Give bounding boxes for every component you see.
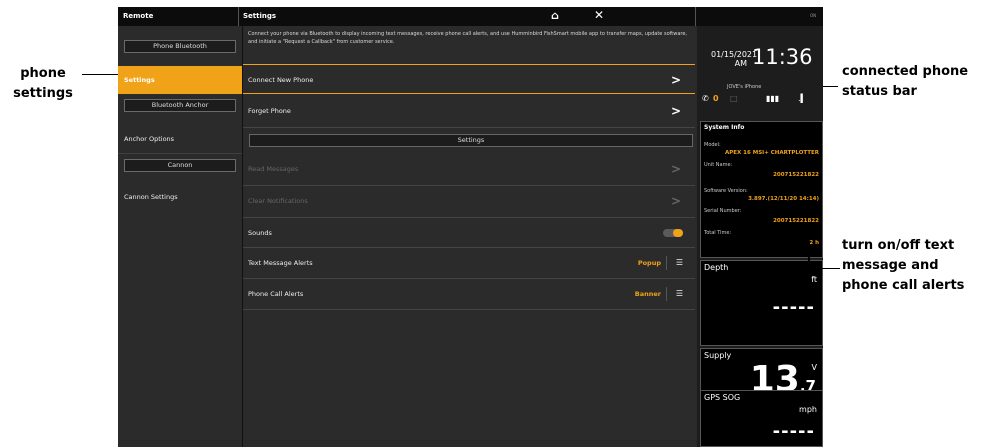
annotation-connected-phone: connected phone status bar <box>842 62 996 102</box>
left-menu: Phone Bluetooth Settings Bluetooth Ancho… <box>118 26 243 447</box>
annotation-pointer <box>82 74 118 75</box>
total-time-value: 2 h <box>809 240 819 246</box>
sounds-row: Sounds <box>243 218 695 248</box>
settings-section-header: Settings <box>249 134 693 147</box>
sounds-toggle[interactable] <box>663 229 683 237</box>
chevron-right-icon: > <box>670 162 681 176</box>
gps-value: ----- <box>772 421 815 442</box>
row-label: Forget Phone <box>248 107 291 115</box>
gps-title: GPS SOG <box>704 393 741 402</box>
software-version-label: Software Version: <box>704 188 748 194</box>
toggle-knob <box>673 229 683 237</box>
chevron-right-icon: > <box>670 194 681 208</box>
depth-unit: ft <box>811 275 817 284</box>
battery-icon: ▮▮▮ <box>766 94 780 103</box>
signal-icon: .▍ <box>798 94 807 103</box>
remote-title: Remote <box>123 12 154 20</box>
annotation-line1: turn on/off text <box>842 238 955 253</box>
annotation-line1: phone <box>20 66 66 81</box>
annotation-line3: phone call alerts <box>842 278 965 293</box>
system-info-panel: System Info Model: APEX 16 MSI+ CHARTPLO… <box>700 121 823 258</box>
row-label: Text Message Alerts <box>248 259 313 267</box>
missed-call-count: 0 <box>713 94 719 103</box>
list-icon[interactable]: ☰ <box>676 279 683 309</box>
date-text: 01/15/2021 <box>711 50 758 59</box>
divider <box>238 7 239 26</box>
connect-new-phone-row[interactable]: Connect New Phone > <box>243 64 695 94</box>
divider <box>695 7 696 26</box>
row-label: Sounds <box>248 229 272 237</box>
battery-indicator: ON <box>810 13 817 18</box>
annotation-alerts: turn on/off text message and phone call … <box>842 236 996 296</box>
sidebar-item-settings[interactable]: Settings <box>118 66 242 94</box>
row-label: Connect New Phone <box>248 76 314 84</box>
annotation-line2: settings <box>13 86 73 101</box>
annotation-line2: message and <box>842 258 939 273</box>
phone-status-bar: ✆ 0 □ ▮▮▮ .▍ <box>700 92 823 108</box>
total-time-label: Total Time: <box>704 230 732 236</box>
row-label: Phone Call Alerts <box>248 290 304 298</box>
model-value: APEX 16 MSI+ CHARTPLOTTER <box>724 150 819 156</box>
phone-call-icon: ✆ <box>702 94 709 103</box>
message-icon: □ <box>730 94 738 103</box>
phone-call-alerts-row[interactable]: Phone Call Alerts Banner ☰ <box>243 279 695 309</box>
sidebar-item-cannon-settings[interactable]: Cannon Settings <box>118 183 242 211</box>
ampm-text: AM <box>734 59 747 68</box>
gps-sog-panel: GPS SOG mph ----- <box>700 390 823 447</box>
annotation-line2: status bar <box>842 84 917 99</box>
sidebar-item-anchor-options[interactable]: Anchor Options <box>118 125 242 153</box>
settings-panel: Connect your phone via Bluetooth to disp… <box>243 26 695 447</box>
row-label: Clear Notifications <box>248 197 308 205</box>
annotation-phone-settings: phone settings <box>5 64 81 104</box>
chevron-right-icon: > <box>670 73 681 87</box>
text-alert-value: Popup <box>637 259 661 267</box>
supply-title: Supply <box>704 351 732 360</box>
unit-name-value: 200715221822 <box>773 172 819 178</box>
list-icon[interactable]: ☰ <box>676 248 683 278</box>
model-label: Model: <box>704 142 721 148</box>
software-version-value: 3.897.(12/11/20 14:14) <box>748 196 819 202</box>
top-bar: Remote Settings ⌂ ✕ ON <box>118 7 823 26</box>
date-display: 01/15/2021 AM <box>711 50 758 68</box>
divider <box>243 127 695 128</box>
status-panel: 01/15/2021 AM 11:36 JOVE's iPhone ✆ 0 □ … <box>697 26 823 447</box>
close-icon[interactable]: ✕ <box>594 8 604 22</box>
chevron-right-icon: > <box>670 104 681 118</box>
bluetooth-anchor-header[interactable]: Bluetooth Anchor <box>124 99 236 112</box>
serial-number-value: 200715221822 <box>773 218 819 224</box>
home-icon[interactable]: ⌂ <box>551 9 559 22</box>
device-screen: Remote Settings ⌂ ✕ ON Phone Bluetooth S… <box>118 7 823 447</box>
phone-name: JOVE's iPhone <box>727 84 762 90</box>
divider <box>118 153 242 154</box>
clear-notifications-row: Clear Notifications > <box>243 186 695 216</box>
forget-phone-row[interactable]: Forget Phone > <box>243 96 695 126</box>
alerts-highlight-bracket <box>786 242 810 305</box>
row-label: Read Messages <box>248 165 299 173</box>
phone-alert-value: Banner <box>634 290 661 298</box>
cannon-header[interactable]: Cannon <box>124 159 236 172</box>
phone-bluetooth-header[interactable]: Phone Bluetooth <box>124 40 236 53</box>
divider <box>243 309 695 310</box>
serial-number-label: Serial Number: <box>704 208 742 214</box>
clock-time: 11:36 <box>752 45 813 69</box>
unit-name-label: Unit Name: <box>704 162 733 168</box>
read-messages-row: Read Messages > <box>243 154 695 184</box>
text-message-alerts-row[interactable]: Text Message Alerts Popup ☰ <box>243 248 695 278</box>
gps-unit: mph <box>799 405 817 414</box>
annotation-line1: connected phone <box>842 64 969 79</box>
description-text: Connect your phone via Bluetooth to disp… <box>248 31 688 45</box>
divider <box>666 256 667 270</box>
annotation-pointer <box>808 268 840 269</box>
depth-title: Depth <box>704 263 729 272</box>
divider <box>666 287 667 301</box>
system-info-title: System Info <box>704 124 745 131</box>
settings-title: Settings <box>243 12 277 20</box>
